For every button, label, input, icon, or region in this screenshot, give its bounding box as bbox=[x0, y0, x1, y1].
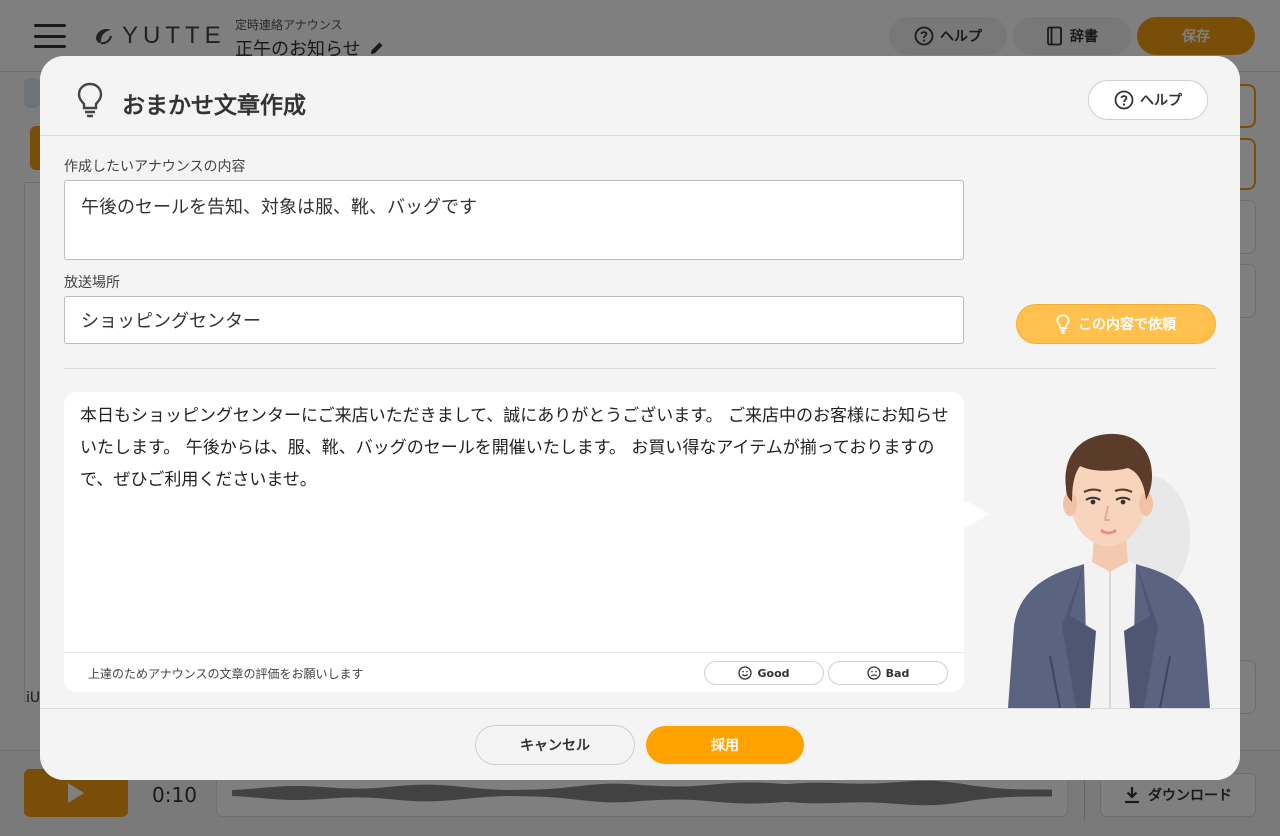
rating-bar: 上達のためアナウンスの文章の評価をお願いします Good Bad bbox=[64, 652, 964, 692]
adopt-label: 採用 bbox=[711, 738, 739, 754]
cancel-label: キャンセル bbox=[520, 738, 590, 754]
good-rating-button[interactable]: Good bbox=[704, 661, 824, 685]
dialog-help-label: ヘルプ bbox=[1140, 93, 1182, 109]
section-divider bbox=[64, 368, 1216, 369]
announcement-content-input[interactable]: 午後のセールを告知、対象は服、靴、バッグです bbox=[64, 180, 964, 260]
location-field-label: 放送場所 bbox=[64, 275, 120, 291]
dialog-footer: キャンセル 採用 bbox=[40, 708, 1240, 780]
generated-text-bubble: 本日もショッピングセンターにご来店いただきまして、誠にありがとうございます。 ご… bbox=[64, 392, 964, 692]
generated-announcement-text: 本日もショッピングセンターにご来店いただきまして、誠にありがとうございます。 ご… bbox=[80, 406, 949, 490]
bad-label: Bad bbox=[885, 666, 910, 680]
adopt-button[interactable]: 採用 bbox=[646, 726, 804, 764]
speech-bubble-tail bbox=[964, 500, 990, 528]
auto-compose-dialog: おまかせ文章作成 ヘルプ 作成したいアナウンスの内容 午後のセールを告知、対象は… bbox=[40, 56, 1240, 780]
good-label: Good bbox=[757, 666, 790, 680]
dialog-title: おまかせ文章作成 bbox=[122, 93, 306, 119]
request-label: この内容で依頼 bbox=[1078, 317, 1176, 333]
content-field-label: 作成したいアナウンスの内容 bbox=[64, 159, 246, 175]
lightbulb-icon bbox=[1056, 314, 1070, 334]
bad-rating-button[interactable]: Bad bbox=[828, 661, 948, 685]
rating-prompt: 上達のためアナウンスの文章の評価をお願いします bbox=[88, 667, 364, 681]
frown-icon bbox=[867, 666, 881, 680]
dialog-header: おまかせ文章作成 ヘルプ bbox=[40, 56, 1240, 136]
cancel-button[interactable]: キャンセル bbox=[475, 725, 635, 765]
lightbulb-icon bbox=[77, 82, 103, 118]
request-button[interactable]: この内容で依頼 bbox=[1016, 304, 1216, 344]
smile-icon bbox=[738, 666, 753, 680]
announcer-avatar bbox=[1008, 433, 1210, 708]
dialog-help-button[interactable]: ヘルプ bbox=[1088, 80, 1208, 120]
help-icon bbox=[1114, 90, 1134, 110]
broadcast-location-input[interactable] bbox=[64, 296, 964, 344]
